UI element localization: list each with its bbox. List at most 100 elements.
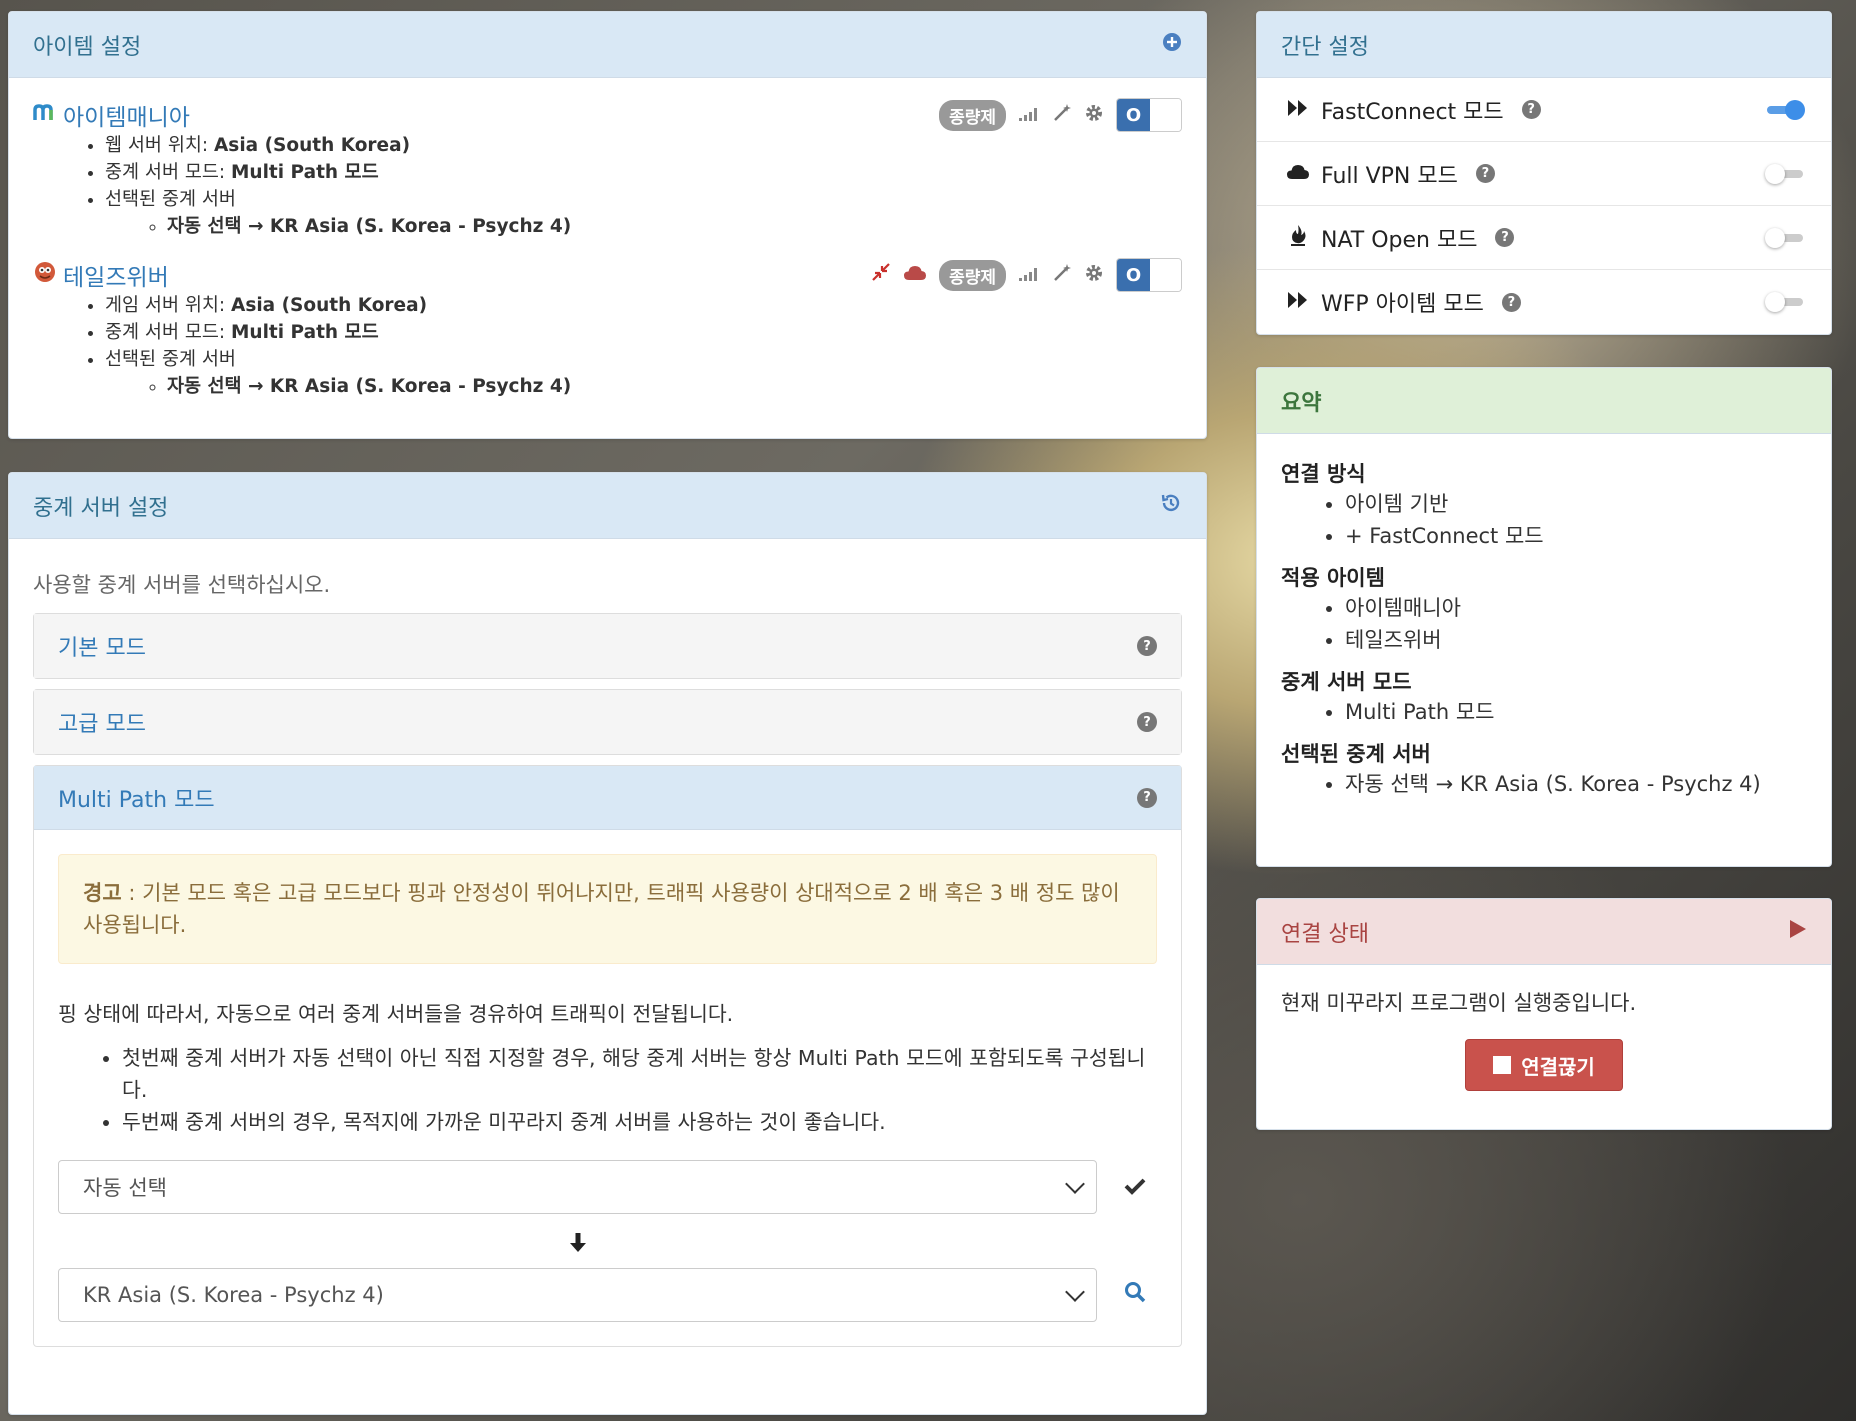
- help-icon[interactable]: ?: [1495, 228, 1515, 247]
- item-controls: 종량제 O: [871, 258, 1182, 292]
- billing-badge: 종량제: [939, 99, 1006, 131]
- item-relay: 자동 선택 → KR Asia (S. Korea - Psychz 4): [167, 373, 1182, 400]
- item-detail: 중계 서버 모드: Multi Path 모드: [105, 159, 1182, 186]
- item-detail: 선택된 중계 서버 자동 선택 → KR Asia (S. Korea - Ps…: [105, 186, 1182, 240]
- summary-item: 테일즈위버: [1345, 624, 1807, 656]
- play-icon[interactable]: [1789, 919, 1807, 945]
- fastconnect-switch[interactable]: [1767, 99, 1805, 120]
- summary-item: + FastConnect 모드: [1345, 520, 1807, 552]
- item-detail-list: 게임 서버 위치: Asia (South Korea) 중계 서버 모드: M…: [105, 292, 1182, 400]
- connection-status-title: 연결 상태: [1281, 921, 1369, 947]
- disconnect-button[interactable]: 연결끊기: [1465, 1039, 1623, 1091]
- warning-text: : 기본 모드 혹은 고급 모드보다 핑과 안정성이 뛰어나지만, 트래픽 사용…: [83, 881, 1120, 937]
- fast-forward-icon: [1285, 290, 1311, 314]
- item-toggle[interactable]: O: [1116, 258, 1182, 292]
- description-text: 핑 상태에 따라서, 자동으로 여러 중계 서버들을 경유하여 트래픽이 전달됩…: [58, 1002, 734, 1026]
- summary-heading: 선택된 중계 서버: [1281, 742, 1431, 766]
- item-relay: 자동 선택 → KR Asia (S. Korea - Psychz 4): [167, 213, 1182, 240]
- item-name-link[interactable]: 아이템매니아: [63, 98, 190, 132]
- summary-title: 요약: [1281, 390, 1322, 416]
- quick-row-fastconnect[interactable]: FastConnect 모드 ?: [1257, 78, 1831, 142]
- summary-heading: 중계 서버 모드: [1281, 670, 1412, 694]
- magic-wand-icon[interactable]: [1052, 103, 1072, 128]
- signal-icon[interactable]: [1018, 103, 1040, 127]
- natopen-switch[interactable]: [1765, 227, 1803, 248]
- connection-status-panel: 연결 상태 현재 미꾸라지 프로그램이 실행중입니다. 연결끊기: [1256, 898, 1832, 1130]
- item-itemmania: 아이템매니아 웹 서버 위치: Asia (South Korea) 중계 서버…: [9, 98, 1206, 240]
- signal-icon[interactable]: [1018, 263, 1040, 287]
- gear-icon[interactable]: [1084, 103, 1104, 128]
- fullvpn-switch[interactable]: [1765, 163, 1803, 184]
- multipath-body: 경고 : 기본 모드 혹은 고급 모드보다 핑과 안정성이 뛰어나지만, 트래픽…: [34, 830, 1181, 1346]
- gear-icon[interactable]: [1084, 263, 1104, 288]
- compress-icon[interactable]: [871, 262, 891, 288]
- select-value: 자동 선택: [83, 1176, 167, 1200]
- second-relay-select[interactable]: KR Asia (S. Korea - Psychz 4): [58, 1268, 1097, 1322]
- item-settings-header: 아이템 설정: [9, 12, 1206, 78]
- summary-header: 요약: [1257, 368, 1831, 434]
- magic-wand-icon[interactable]: [1052, 263, 1072, 288]
- quick-row-fullvpn[interactable]: Full VPN 모드 ?: [1257, 142, 1831, 206]
- help-icon[interactable]: ?: [1501, 292, 1521, 312]
- summary-item: 아이템 기반: [1345, 488, 1807, 520]
- multipath-description: 핑 상태에 따라서, 자동으로 여러 중계 서버들을 경유하여 트래픽이 전달됩…: [58, 998, 1157, 1138]
- summary-heading: 연결 방식: [1281, 462, 1366, 486]
- help-icon[interactable]: ?: [1475, 164, 1495, 183]
- mode-advanced-header[interactable]: 고급 모드 ?: [34, 690, 1181, 754]
- quick-row-label: WFP 아이템 모드: [1321, 292, 1484, 317]
- item-talesweaver: 테일즈위버 게임 서버 위치: Asia (South Korea) 중계 서버…: [9, 258, 1206, 400]
- second-relay-row: KR Asia (S. Korea - Psychz 4): [58, 1268, 1157, 1322]
- select-value: KR Asia (S. Korea - Psychz 4): [83, 1283, 384, 1307]
- search-icon[interactable]: [1113, 1281, 1157, 1309]
- item-name-link[interactable]: 테일즈위버: [63, 258, 169, 292]
- toggle-off-area: [1150, 259, 1181, 291]
- mode-label: 고급 모드: [58, 712, 146, 737]
- item-settings-panel: 아이템 설정 아이템매니아 웹 서버 위치: Asia (South Korea…: [8, 11, 1207, 439]
- item-controls: 종량제 O: [939, 98, 1182, 132]
- item-detail: 게임 서버 위치: Asia (South Korea): [105, 292, 1182, 319]
- add-item-icon[interactable]: [1162, 32, 1182, 58]
- item-detail: 웹 서버 위치: Asia (South Korea): [105, 132, 1182, 159]
- connection-status-header[interactable]: 연결 상태: [1257, 899, 1831, 965]
- quick-settings-title: 간단 설정: [1281, 34, 1369, 60]
- mode-basic-header[interactable]: 기본 모드 ?: [34, 614, 1181, 678]
- itemmania-logo-icon: [33, 102, 57, 128]
- summary-item: Multi Path 모드: [1345, 696, 1807, 728]
- toggle-on-label: O: [1117, 99, 1150, 131]
- quick-row-natopen[interactable]: NAT Open 모드 ?: [1257, 206, 1831, 270]
- chevron-down-icon: [1065, 1174, 1085, 1194]
- item-toggle[interactable]: O: [1116, 98, 1182, 132]
- item-settings-title: 아이템 설정: [33, 34, 142, 60]
- mode-advanced[interactable]: 고급 모드 ?: [33, 689, 1182, 755]
- quick-row-label: NAT Open 모드: [1321, 227, 1478, 253]
- toggle-on-label: O: [1117, 259, 1150, 291]
- mode-basic[interactable]: 기본 모드 ?: [33, 613, 1182, 679]
- quick-row-wfp[interactable]: WFP 아이템 모드 ?: [1257, 270, 1831, 334]
- mode-multipath-header[interactable]: Multi Path 모드 ?: [34, 766, 1181, 830]
- billing-badge: 종량제: [939, 259, 1006, 291]
- help-icon[interactable]: ?: [1137, 787, 1157, 808]
- mode-multipath[interactable]: Multi Path 모드 ? 경고 : 기본 모드 혹은 고급 모드보다 핑과…: [33, 765, 1182, 1347]
- summary-body: 연결 방식 아이템 기반 + FastConnect 모드 적용 아이템 아이템…: [1257, 434, 1831, 830]
- description-bullet: 두번째 중계 서버의 경우, 목적지에 가까운 미꾸라지 중계 서버를 사용하는…: [122, 1106, 1157, 1138]
- wfp-switch[interactable]: [1765, 292, 1803, 312]
- warning-label: 경고: [83, 881, 122, 905]
- item-detail: 선택된 중계 서버 자동 선택 → KR Asia (S. Korea - Ps…: [105, 346, 1182, 400]
- check-icon[interactable]: [1113, 1173, 1157, 1201]
- help-icon[interactable]: ?: [1137, 636, 1157, 656]
- item-detail: 중계 서버 모드: Multi Path 모드: [105, 319, 1182, 346]
- first-relay-select[interactable]: 자동 선택: [58, 1160, 1097, 1214]
- help-icon[interactable]: ?: [1137, 712, 1157, 732]
- quick-row-label: Full VPN 모드: [1321, 163, 1458, 189]
- relay-intro: 사용할 중계 서버를 선택하십시오.: [33, 573, 331, 597]
- help-icon[interactable]: ?: [1521, 100, 1541, 119]
- quick-settings-panel: 간단 설정 FastConnect 모드 ? Full VPN 모드 ? NAT…: [1256, 11, 1832, 335]
- summary-item: 자동 선택 → KR Asia (S. Korea - Psychz 4): [1345, 768, 1807, 800]
- quick-row-label: FastConnect 모드: [1321, 99, 1504, 125]
- cloud-icon[interactable]: [903, 263, 927, 288]
- warning-alert: 경고 : 기본 모드 혹은 고급 모드보다 핑과 안정성이 뛰어나지만, 트래픽…: [58, 854, 1157, 964]
- chevron-down-icon: [1065, 1282, 1085, 1302]
- history-icon[interactable]: [1160, 492, 1182, 520]
- cloud-icon: [1285, 162, 1311, 186]
- description-bullet: 첫번째 중계 서버가 자동 선택이 아닌 직접 지정할 경우, 해당 중계 서버…: [122, 1042, 1157, 1106]
